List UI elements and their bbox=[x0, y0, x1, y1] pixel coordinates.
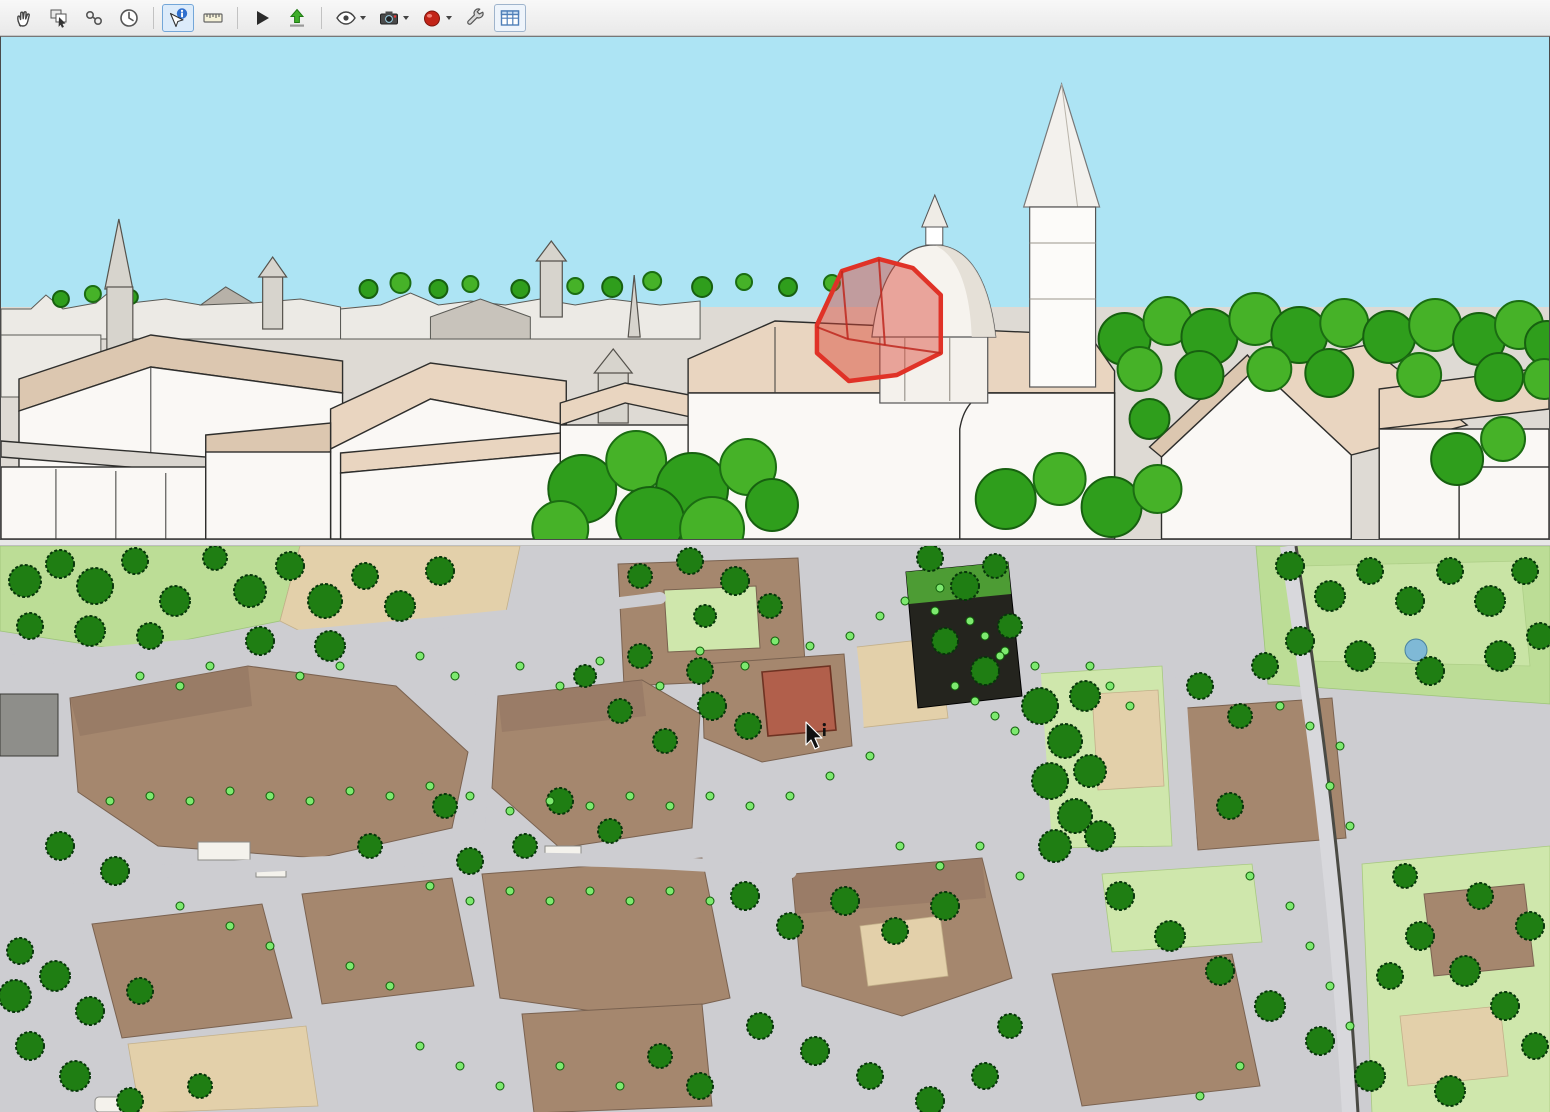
3d-scene-view[interactable] bbox=[0, 36, 1550, 540]
dropdown-caret-icon bbox=[360, 16, 366, 20]
navigation-tool-button[interactable] bbox=[113, 4, 145, 32]
identify-info-icon bbox=[166, 6, 190, 30]
wrench-icon bbox=[463, 6, 487, 30]
toolbar-separator bbox=[237, 7, 238, 29]
toolbar-separator bbox=[153, 7, 154, 29]
sphere-tool-button[interactable] bbox=[416, 4, 456, 32]
select-tool-button[interactable] bbox=[43, 4, 75, 32]
visibility-tool-button[interactable] bbox=[330, 4, 370, 32]
play-icon bbox=[250, 6, 274, 30]
upload-arrow-icon bbox=[285, 6, 309, 30]
play-button[interactable] bbox=[246, 4, 278, 32]
orbit-tool-button[interactable] bbox=[78, 4, 110, 32]
measure-tool-button[interactable] bbox=[197, 4, 229, 32]
upload-button[interactable] bbox=[281, 4, 313, 32]
toolbar bbox=[0, 0, 1550, 36]
attribute-table-button[interactable] bbox=[494, 4, 526, 32]
wrench-tool-button[interactable] bbox=[459, 4, 491, 32]
dropdown-caret-icon bbox=[446, 16, 452, 20]
orbit-icon bbox=[82, 6, 106, 30]
2d-map-view[interactable] bbox=[0, 546, 1550, 1112]
identify-tool-button[interactable] bbox=[162, 4, 194, 32]
select-rectangle-icon bbox=[47, 6, 71, 30]
application-window bbox=[0, 0, 1550, 1112]
camera-icon bbox=[377, 6, 401, 30]
hand-icon bbox=[12, 6, 36, 30]
toolbar-separator bbox=[321, 7, 322, 29]
ruler-icon bbox=[201, 6, 225, 30]
red-sphere-icon bbox=[420, 6, 444, 30]
camera-tool-button[interactable] bbox=[373, 4, 413, 32]
pan-tool-button[interactable] bbox=[8, 4, 40, 32]
clock-icon bbox=[117, 6, 141, 30]
table-icon bbox=[498, 6, 522, 30]
dropdown-caret-icon bbox=[403, 16, 409, 20]
eye-icon bbox=[334, 6, 358, 30]
